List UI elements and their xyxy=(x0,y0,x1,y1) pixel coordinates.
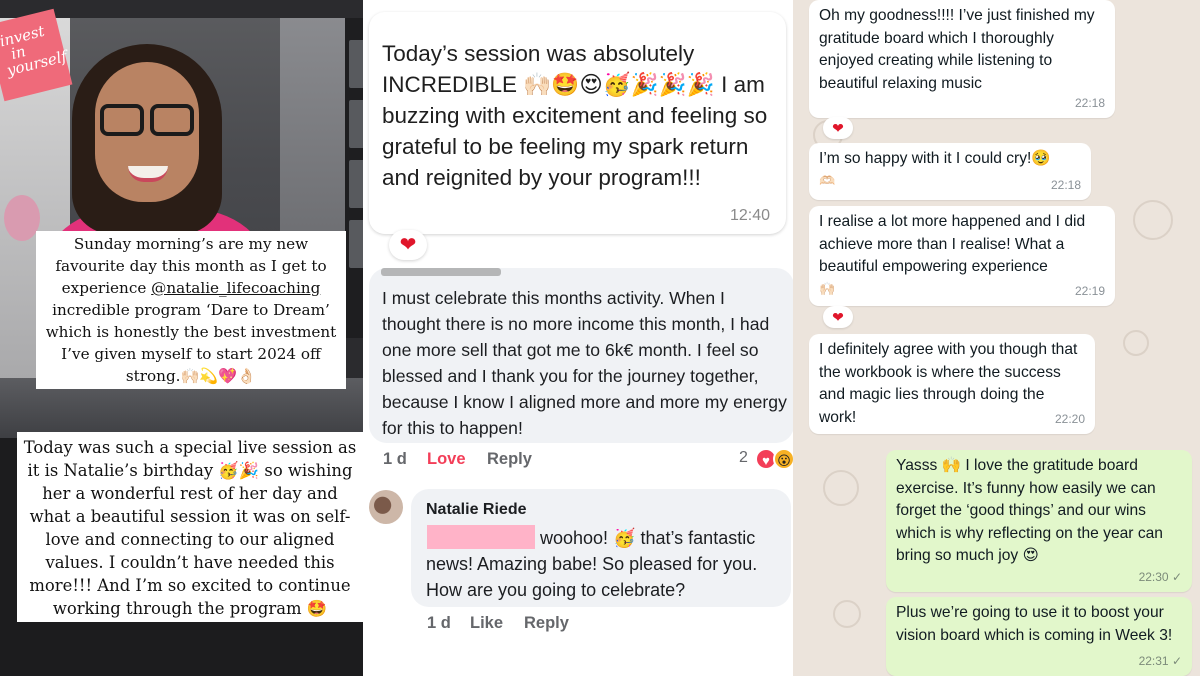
wallpaper-doodle xyxy=(1133,200,1173,240)
instagram-mention-link[interactable]: @natalie_lifecoaching xyxy=(151,279,320,297)
love-button[interactable]: Love xyxy=(427,450,466,469)
heart-hands-emoji: 🫶🏻 xyxy=(819,172,836,188)
heart-reaction-icon[interactable]: ❤ xyxy=(823,306,853,328)
commenter-name-cropped xyxy=(381,268,501,276)
caption-text: incredible program ‘Dare to Dream’ which… xyxy=(45,301,337,385)
message-timestamp: 22:18 xyxy=(1074,95,1105,110)
video-testimonial-panel: invest in yourself Sunday morning’s are … xyxy=(0,0,380,676)
incoming-message: I’m so happy with it I could cry!🥹 🫶🏻 22… xyxy=(809,143,1091,200)
message-text: I realise a lot more happened and I did … xyxy=(819,213,1086,275)
like-button[interactable]: Like xyxy=(470,614,503,633)
message-timestamp: 22:20 xyxy=(1054,411,1085,426)
message-timestamp: 22:30 ✓ xyxy=(1138,569,1182,584)
reply-button[interactable]: Reply xyxy=(487,450,532,469)
message-text: I’m so happy with it I could cry!🥹 xyxy=(819,150,1051,167)
avatar[interactable] xyxy=(369,490,403,524)
reply-button[interactable]: Reply xyxy=(524,614,569,633)
heart-reaction-icon[interactable]: ❤ xyxy=(823,117,853,139)
flower-decoration xyxy=(4,195,40,241)
facebook-reply-bubble: Natalie Riede woohoo! 🥳 that’s fantastic… xyxy=(411,489,791,607)
message-text: Yasss 🙌 I love the gratitude board exerc… xyxy=(896,457,1163,564)
message-timestamp: 22:19 xyxy=(1074,283,1105,298)
message-text: Plus we’re going to use it to boost your… xyxy=(896,604,1173,644)
comment-age: 1 d xyxy=(383,450,407,468)
chat-message-bubble: Today’s session was absolutely INCREDIBL… xyxy=(369,12,786,234)
message-text: I definitely agree with you though that … xyxy=(819,341,1078,426)
wow-reaction-icon[interactable]: 😮 xyxy=(773,448,793,470)
comment-actions: 1 d Love Reply xyxy=(383,450,793,472)
message-timestamp: 22:18 xyxy=(1050,177,1081,192)
reply-text: woohoo! 🥳 that’s fantastic news! Amazing… xyxy=(426,528,758,600)
reaction-count: 2 xyxy=(739,449,748,466)
message-text: Today’s session was absolutely INCREDIBL… xyxy=(382,41,768,190)
raised-hands-emoji: 🙌🏻 xyxy=(819,280,836,296)
facebook-comment-bubble: I must celebrate this months activity. W… xyxy=(369,268,793,443)
reply-age: 1 d xyxy=(427,614,451,632)
reply-author-name[interactable]: Natalie Riede xyxy=(426,501,526,519)
story-caption-sunday: Sunday morning’s are my new favourite da… xyxy=(36,231,346,389)
message-timestamp: 12:40 xyxy=(729,207,770,224)
reply-actions: 1 d Like Reply xyxy=(427,614,727,636)
message-text: Oh my goodness!!!! I’ve just finished my… xyxy=(819,7,1095,92)
whatsapp-chat-panel: Oh my goodness!!!! I’ve just finished my… xyxy=(793,0,1200,676)
outgoing-message: Plus we’re going to use it to boost your… xyxy=(886,597,1192,676)
wallpaper-doodle xyxy=(823,470,859,506)
story-caption-birthday: Today was such a special live session as… xyxy=(17,432,363,622)
incoming-message: I definitely agree with you though that … xyxy=(809,334,1095,434)
message-timestamp: 22:31 ✓ xyxy=(1138,653,1182,668)
glasses-icon xyxy=(100,104,144,136)
testimonial-messages-panel: Today’s session was absolutely INCREDIBL… xyxy=(363,0,793,676)
comment-text: I must celebrate this months activity. W… xyxy=(382,288,787,438)
outgoing-message: Yasss 🙌 I love the gratitude board exerc… xyxy=(886,450,1192,592)
wallpaper-doodle xyxy=(1123,330,1149,356)
glasses-icon xyxy=(150,104,194,136)
wallpaper-doodle xyxy=(833,600,861,628)
incoming-message: I realise a lot more happened and I did … xyxy=(809,206,1115,306)
heart-reaction-icon[interactable]: ❤ xyxy=(389,230,427,260)
incoming-message: Oh my goodness!!!! I’ve just finished my… xyxy=(809,0,1115,118)
